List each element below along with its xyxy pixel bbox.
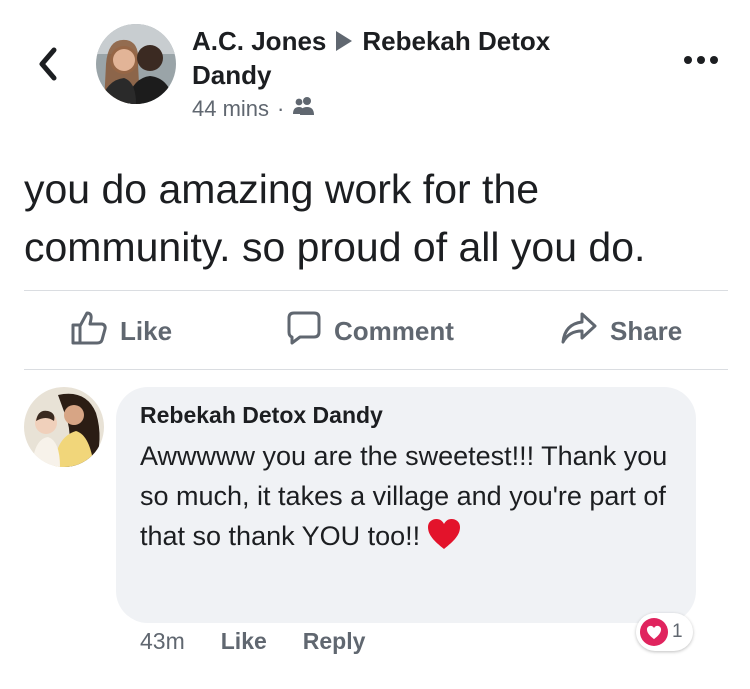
reaction-count: 1 [672,621,683,642]
arrow-right-icon [336,31,353,51]
comment-author[interactable]: Rebekah Detox Dandy [140,402,383,429]
share-icon [560,311,598,352]
author-name[interactable]: A.C. Jones [192,26,326,56]
divider-top [24,290,728,291]
comment-label: Comment [334,315,454,346]
commenter-avatar[interactable] [24,387,104,467]
reaction-summary[interactable]: 1 [636,613,693,651]
comment-footer: 43m Like Reply [140,628,365,655]
meta-separator: · [277,96,285,121]
comment-button[interactable]: Comment [286,300,454,362]
like-label: Like [120,315,173,346]
share-label: Share [610,315,683,346]
post-header-names: A.C. Jones Rebekah Detox Dandy [192,24,632,92]
post-time[interactable]: 44 mins [192,96,269,122]
thumbs-up-icon [70,310,108,353]
comment-text: Awwwww you are the sweetest!!! Thank you… [140,441,668,551]
divider-bottom [24,369,728,370]
comment-like-button[interactable]: Like [221,628,267,655]
comment-text-block: Awwwww you are the sweetest!!! Thank you… [140,436,685,562]
comment-reply-button[interactable]: Reply [303,628,366,655]
comment-time: 43m [140,628,185,654]
red-heart-emoji-icon [426,517,462,562]
friends-icon[interactable] [292,96,316,122]
post-action-bar: Like Comment Share [24,300,728,362]
back-icon[interactable] [34,44,62,84]
author-avatar[interactable] [96,24,176,104]
like-button[interactable]: Like [70,300,172,362]
post-text: you do amazing work for the community. s… [24,166,646,270]
love-reaction-icon [640,618,668,646]
share-button[interactable]: Share [560,300,682,362]
comment-icon [286,310,322,353]
more-options-icon[interactable] [684,56,718,64]
post-meta: 44 mins · [192,96,316,122]
